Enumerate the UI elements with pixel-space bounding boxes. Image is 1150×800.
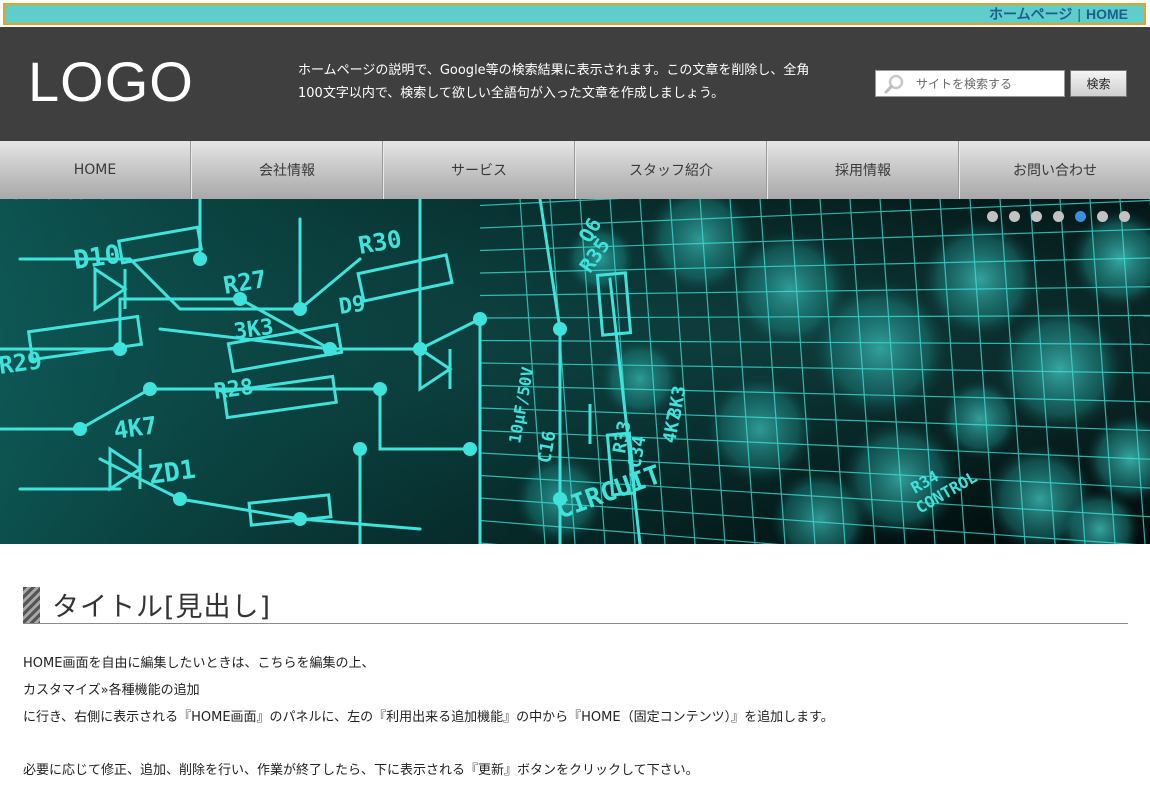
heading-title: タイトル[見出し]: [52, 592, 272, 623]
circuit-board-image: D10R27R30R29R283K34K7D9ZD1R35R33C1610µF/…: [0, 199, 1150, 544]
nav-item-service[interactable]: サービス: [383, 141, 575, 199]
search-box: [875, 70, 1065, 97]
hero-slider: D10 R27 R30 R29 R28 3K3 4K7 D9 ZD1 R35 R33 C16 10µF/…: [0, 199, 1150, 544]
description-line-1: ホームページの説明で、Google等の検索結果に表示されます。この文章を削除し、…: [298, 63, 810, 78]
slider-dots: [987, 211, 1130, 222]
heading-accent-bar: [23, 586, 40, 623]
content-paragraph-1: HOME画面を自由に編集したいときは、こちらを編集の上、 カスタマイズ»各種機能…: [23, 650, 1128, 731]
content-line-2: カスタマイズ»各種機能の追加: [23, 683, 200, 698]
slider-dot-7[interactable]: [1119, 211, 1130, 222]
nav-item-home[interactable]: HOME: [0, 141, 191, 199]
circuit-label: 10110100101: [0, 199, 119, 204]
circuit-label: 4K7: [112, 411, 159, 445]
content-line-1: HOME画面を自由に編集したいときは、こちらを編集の上、: [23, 656, 375, 671]
content-line-4: 必要に応じて修正、追加、削除を行い、作業が終了したら、下に表示される『更新』ボタ…: [23, 763, 699, 778]
section-heading: タイトル[見出し]: [23, 586, 1128, 624]
site-logo[interactable]: LOGO: [28, 51, 194, 113]
circuit-label: D9: [337, 291, 367, 319]
slider-dot-5[interactable]: [1075, 211, 1086, 222]
slider-dot-6[interactable]: [1097, 211, 1108, 222]
nav-item-company[interactable]: 会社情報: [191, 141, 383, 199]
search-button[interactable]: 検索: [1070, 70, 1127, 97]
slider-dot-2[interactable]: [1009, 211, 1020, 222]
breadcrumb-separator: |: [1077, 6, 1081, 22]
home-link[interactable]: HOME: [1086, 6, 1128, 22]
site-header: LOGO ホームページの説明で、Google等の検索結果に表示されます。この文章…: [0, 27, 1150, 141]
search-icon: [884, 74, 904, 93]
top-breadcrumb-bar: ホームページ | HOME: [3, 3, 1146, 25]
nav-item-staff[interactable]: スタッフ紹介: [575, 141, 767, 199]
nav-item-contact[interactable]: お問い合わせ: [959, 141, 1150, 199]
homepage-link[interactable]: ホームページ: [989, 4, 1072, 24]
slider-dot-1[interactable]: [987, 211, 998, 222]
content-line-3: に行き、右側に表示される『HOME画面』のパネルに、左の『利用出来る追加機能』の…: [23, 710, 834, 725]
slider-dot-4[interactable]: [1053, 211, 1064, 222]
slider-dot-3[interactable]: [1031, 211, 1042, 222]
main-content: タイトル[見出し] HOME画面を自由に編集したいときは、こちらを編集の上、 カ…: [23, 586, 1128, 784]
description-line-2: 100文字以内で、検索して欲しい全語句が入った文章を作成しましょう。: [298, 86, 725, 101]
nav-item-recruit[interactable]: 採用情報: [767, 141, 959, 199]
site-description: ホームページの説明で、Google等の検索結果に表示されます。この文章を削除し、…: [298, 59, 858, 105]
content-paragraph-2: 必要に応じて修正、追加、削除を行い、作業が終了したら、下に表示される『更新』ボタ…: [23, 757, 1128, 784]
search-form: 検索: [875, 70, 1127, 97]
search-input[interactable]: [916, 76, 1056, 91]
main-navigation: HOME 会社情報 サービス スタッフ紹介 採用情報 お問い合わせ: [0, 141, 1150, 199]
